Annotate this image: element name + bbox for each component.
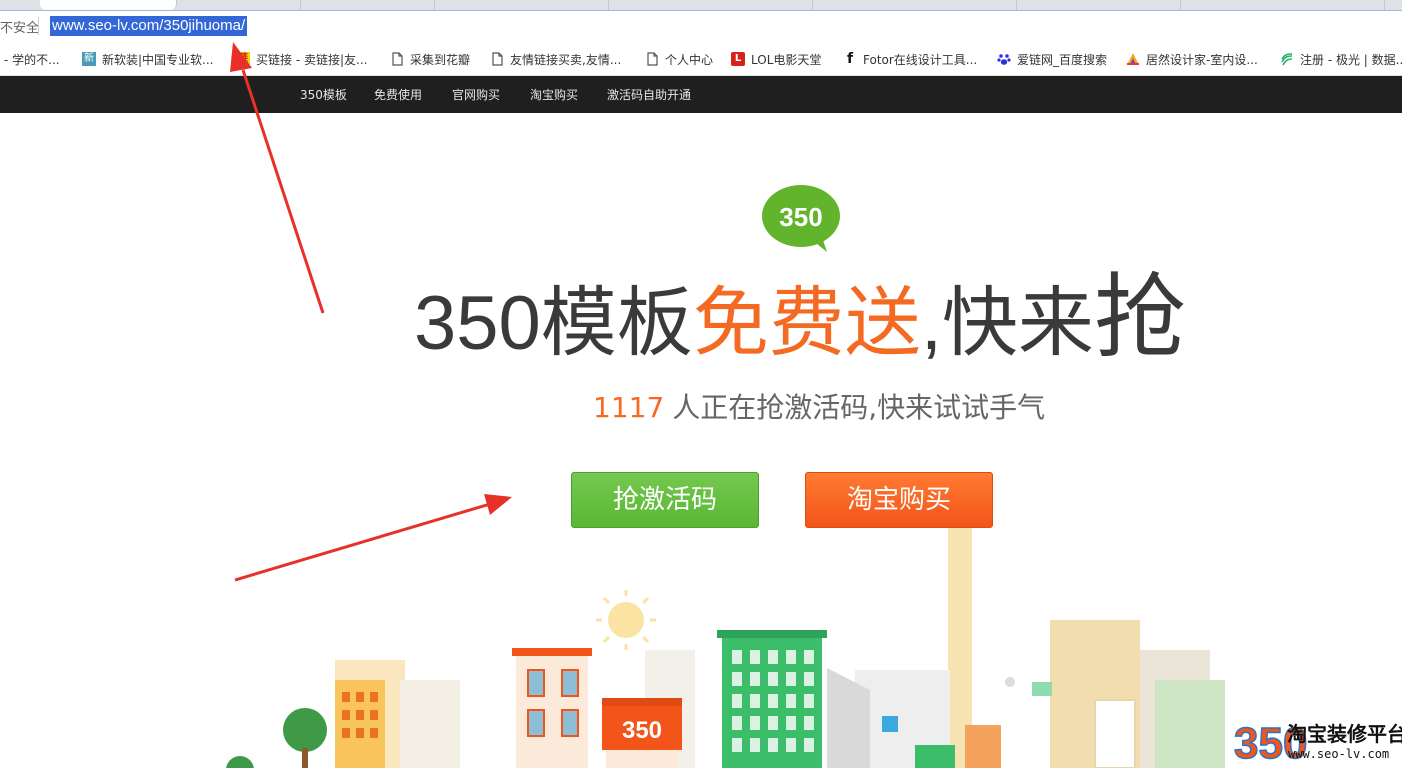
350-bubble-logo: 350 — [762, 185, 840, 252]
nav-link-taobao-buy[interactable]: 淘宝购买 — [530, 86, 578, 103]
address-separator — [38, 17, 39, 35]
participant-count: 1117 — [593, 391, 665, 424]
lian-favicon-icon: 链 — [236, 52, 250, 66]
nav-link-free-use[interactable]: 免费使用 — [374, 86, 422, 103]
bookmark-item[interactable]: f Fotor在线设计工具... — [843, 50, 977, 68]
bookmark-label: 买链接 - 卖链接|友... — [256, 52, 368, 67]
building-sign-text: 350 — [622, 717, 662, 744]
browser-tab-strip — [0, 0, 1402, 10]
bookmark-label: 采集到花瓣 — [410, 52, 471, 67]
headline-part: ,快来 — [920, 281, 1094, 366]
lol-favicon-icon: L — [731, 52, 745, 66]
headline-highlight: 免费送 — [692, 281, 921, 366]
bookmark-label: 个人中心 — [665, 52, 714, 67]
subtitle-text: 人正在抢激活码,快来试试手气 — [672, 391, 1046, 424]
page-icon — [390, 52, 404, 66]
city-illustration: 350 — [226, 528, 1225, 768]
sun-icon — [596, 590, 656, 650]
nav-link-official-buy[interactable]: 官网购买 — [452, 86, 500, 103]
browser-tab[interactable] — [304, 0, 435, 10]
headline-part: 350模板 — [414, 281, 693, 366]
bookmark-item[interactable]: - 学的不... — [4, 50, 60, 68]
browser-tab[interactable] — [816, 0, 1017, 10]
bookmark-item[interactable]: 居然设计家-室内设... — [1126, 50, 1258, 68]
browser-tab-active[interactable] — [40, 0, 177, 10]
headline-emphasis: 抢 — [1093, 267, 1186, 369]
page-icon — [490, 52, 504, 66]
browser-tab[interactable] — [438, 0, 609, 10]
browser-tab[interactable] — [1020, 0, 1181, 10]
bookmark-label: 爱链网_百度搜索 — [1017, 52, 1108, 67]
tree-icon — [283, 708, 327, 768]
bookmark-item[interactable]: 新 新软装|中国专业软... — [82, 50, 214, 68]
bookmark-item[interactable]: 爱链网_百度搜索 — [997, 50, 1107, 68]
hero-headline: 350模板免费送,快来抢 — [414, 268, 1214, 368]
bookmark-label: 友情链接买卖,友情... — [510, 52, 622, 67]
address-bar: 不安全 www.seo-lv.com/350jihuoma/ — [0, 10, 1402, 44]
bookmark-label: LOL电影天堂 — [751, 52, 822, 67]
bookmarks-bar: - 学的不... 新 新软装|中国专业软... 链 买链接 - 卖链接|友...… — [0, 43, 1402, 76]
browser-tab[interactable] — [180, 0, 301, 10]
bookmark-item[interactable]: 友情链接买卖,友情... — [490, 50, 621, 68]
jiguang-favicon-icon — [1280, 52, 1294, 66]
browser-tab[interactable] — [1184, 0, 1385, 10]
colorful-favicon-icon — [1126, 52, 1140, 66]
bookmark-label: 居然设计家-室内设... — [1146, 52, 1258, 67]
watermark-title: 淘宝装修平台 — [1287, 722, 1402, 746]
site-nav: 350模板 免费使用 官网购买 淘宝购买 激活码自助开通 — [0, 76, 1402, 113]
hero-subtitle: 1117 人正在抢激活码,快来试试手气 — [593, 386, 1045, 426]
nav-link-activation-code[interactable]: 激活码自助开通 — [607, 86, 691, 103]
bookmark-item[interactable]: 采集到花瓣 — [390, 50, 470, 68]
bookmark-label: 新软装|中国专业软... — [102, 52, 214, 67]
bookmark-label: - 学的不... — [4, 52, 60, 67]
url-input[interactable]: www.seo-lv.com/350jihuoma/ — [50, 16, 248, 36]
browser-tab[interactable] — [612, 0, 813, 10]
bubble-text: 350 — [779, 202, 822, 232]
baidu-paw-icon — [997, 52, 1011, 66]
security-indicator[interactable]: 不安全 — [0, 17, 39, 36]
bookmark-label: Fotor在线设计工具... — [863, 52, 978, 67]
fotor-favicon-icon: f — [846, 51, 854, 67]
bookmark-label: 注册 - 极光 | 数据... — [1300, 52, 1402, 67]
xin-favicon-icon: 新 — [82, 52, 96, 66]
watermark-url: www.seo-lv.com — [1288, 747, 1390, 761]
bookmark-item[interactable]: 链 买链接 - 卖链接|友... — [236, 50, 367, 68]
page-icon — [645, 52, 659, 66]
nav-link-350-template[interactable]: 350模板 — [300, 86, 347, 103]
bookmark-item[interactable]: 注册 - 极光 | 数据... — [1280, 50, 1402, 68]
bookmark-item[interactable]: 个人中心 — [645, 50, 713, 68]
bookmark-item[interactable]: L LOL电影天堂 — [731, 50, 821, 68]
